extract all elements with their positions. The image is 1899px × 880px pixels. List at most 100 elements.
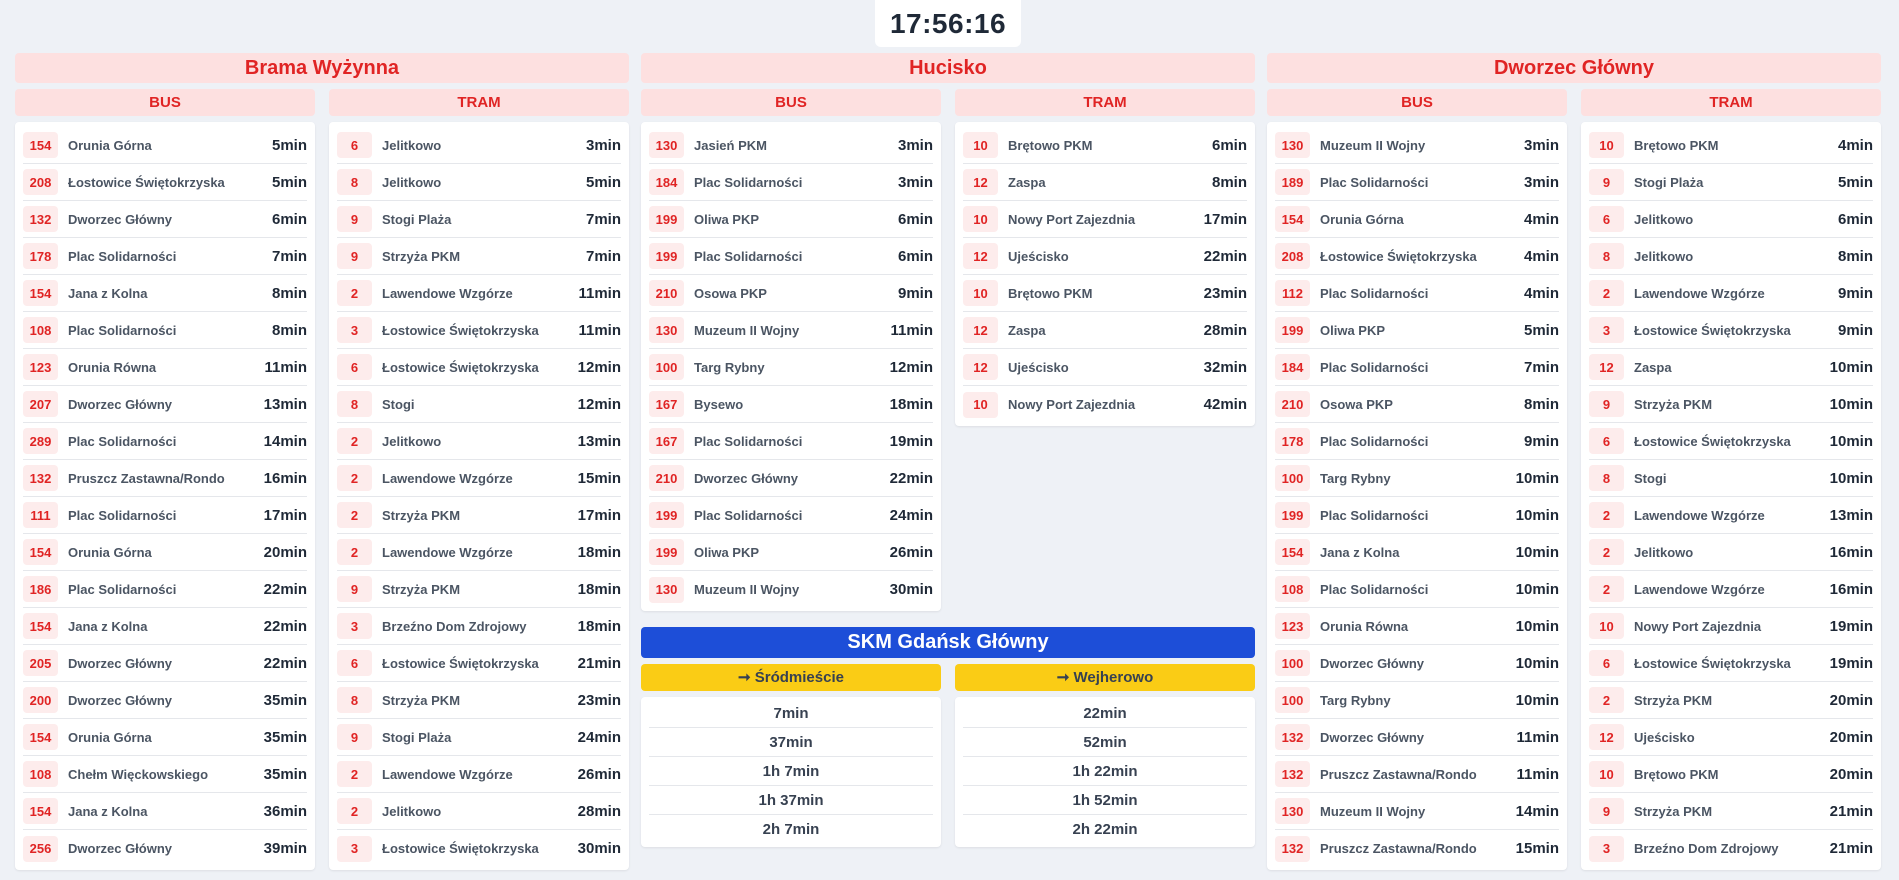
departure-row: 130 Muzeum II Wojny 14min bbox=[1275, 793, 1559, 830]
departure-row: 189 Plac Solidarności 3min bbox=[1275, 164, 1559, 201]
line-number-badge: 108 bbox=[1275, 576, 1310, 602]
arrival-time: 7min bbox=[585, 210, 621, 228]
destination-name: Jelitkowo bbox=[382, 174, 442, 190]
line-number-badge: 10 bbox=[1589, 761, 1624, 787]
arrival-time: 6min bbox=[271, 210, 307, 228]
line-number-badge: 210 bbox=[649, 465, 684, 491]
line-number-badge: 6 bbox=[337, 354, 372, 380]
line-number-badge: 3 bbox=[1589, 835, 1624, 862]
departure-row: 3 Brzeźno Dom Zdrojowy 18min bbox=[337, 608, 621, 645]
skm-times-panel: 22min 52min 1h 22min 1h 52min 2h 22min bbox=[955, 697, 1255, 847]
departure-row: 10 Brętowo PKM 20min bbox=[1589, 756, 1873, 793]
departure-row: 186 Plac Solidarności 22min bbox=[23, 571, 307, 608]
departure-row: 10 Brętowo PKM 4min bbox=[1589, 127, 1873, 164]
destination-name: Muzeum II Wojny bbox=[1320, 137, 1426, 153]
destination-name: Orunia Górna bbox=[68, 544, 152, 560]
destination-name: Jelitkowo bbox=[1634, 248, 1694, 264]
line-number-badge: 199 bbox=[649, 502, 684, 528]
departure-row: 2 Lawendowe Wzgórze 26min bbox=[337, 756, 621, 793]
destination-name: Jelitkowo bbox=[382, 137, 442, 153]
line-number-badge: 132 bbox=[1275, 724, 1310, 750]
arrival-time: 35min bbox=[263, 728, 307, 746]
arrival-time: 7min bbox=[1523, 358, 1559, 376]
departure-row: 2 Jelitkowo 13min bbox=[337, 423, 621, 460]
departure-row: 3 Łostowice Świętokrzyska 11min bbox=[337, 312, 621, 349]
arrival-time: 10min bbox=[1829, 395, 1873, 413]
line-number-badge: 12 bbox=[1589, 354, 1624, 380]
line-number-badge: 154 bbox=[23, 539, 58, 565]
destination-name: Stogi bbox=[382, 396, 415, 412]
departure-row: 8 Jelitkowo 5min bbox=[337, 164, 621, 201]
line-number-badge: 132 bbox=[1275, 761, 1310, 787]
line-number-badge: 6 bbox=[1589, 206, 1624, 232]
line-number-badge: 178 bbox=[1275, 428, 1310, 454]
arrival-time: 6min bbox=[897, 247, 933, 265]
arrival-time: 11min bbox=[264, 358, 307, 376]
departure-row: 8 Strzyża PKM 23min bbox=[337, 682, 621, 719]
destination-name: Plac Solidarności bbox=[68, 433, 177, 449]
departure-row: 132 Pruszcz Zastawna/Rondo 16min bbox=[23, 460, 307, 497]
station-columns: BUS 154 Orunia Górna 5min 208 Łostowice Święt… bbox=[15, 89, 629, 870]
departure-row: 199 Oliwa PKP 5min bbox=[1275, 312, 1559, 349]
arrival-time: 11min bbox=[1516, 765, 1559, 783]
departure-row: 12 Ujeścisko 32min bbox=[963, 349, 1247, 386]
arrival-time: 3min bbox=[897, 173, 933, 191]
arrival-time: 22min bbox=[263, 580, 307, 598]
departure-row: 184 Plac Solidarności 7min bbox=[1275, 349, 1559, 386]
arrival-time: 14min bbox=[263, 432, 307, 450]
arrival-time: 6min bbox=[897, 210, 933, 228]
arrival-time: 6min bbox=[1837, 210, 1873, 228]
line-number-badge: 3 bbox=[337, 317, 372, 343]
arrival-time: 15min bbox=[577, 469, 621, 487]
departure-row: 132 Pruszcz Zastawna/Rondo 15min bbox=[1275, 830, 1559, 867]
departure-row: 154 Orunia Górna 35min bbox=[23, 719, 307, 756]
departure-row: 112 Plac Solidarności 4min bbox=[1275, 275, 1559, 312]
arrival-time: 35min bbox=[263, 691, 307, 709]
departure-row: 210 Osowa PKP 9min bbox=[649, 275, 933, 312]
departure-row: 289 Plac Solidarności 14min bbox=[23, 423, 307, 460]
line-number-badge: 2 bbox=[1589, 280, 1624, 306]
destination-name: Plac Solidarności bbox=[694, 248, 803, 264]
line-number-badge: 10 bbox=[1589, 132, 1624, 158]
destination-name: Ujeścisko bbox=[1008, 359, 1069, 375]
departure-row: 3 Łostowice Świętokrzyska 30min bbox=[337, 830, 621, 867]
line-number-badge: 3 bbox=[337, 613, 372, 639]
departure-row: 132 Dworzec Główny 6min bbox=[23, 201, 307, 238]
destination-name: Jelitkowo bbox=[382, 803, 442, 819]
arrival-time: 13min bbox=[577, 432, 621, 450]
destination-name: Lawendowe Wzgórze bbox=[382, 285, 513, 301]
destination-name: Plac Solidarności bbox=[68, 248, 177, 264]
arrival-time: 23min bbox=[577, 691, 621, 709]
line-number-badge: 10 bbox=[963, 280, 998, 306]
line-number-badge: 9 bbox=[1589, 798, 1624, 824]
departure-row: 123 Orunia Równa 11min bbox=[23, 349, 307, 386]
line-number-badge: 123 bbox=[23, 354, 58, 380]
line-number-badge: 154 bbox=[23, 798, 58, 824]
arrival-time: 8min bbox=[271, 321, 307, 339]
departure-row: 12 Zaspa 10min bbox=[1589, 349, 1873, 386]
arrival-time: 10min bbox=[1829, 358, 1873, 376]
departure-row: 8 Jelitkowo 8min bbox=[1589, 238, 1873, 275]
line-number-badge: 154 bbox=[23, 724, 58, 750]
line-number-badge: 132 bbox=[1275, 835, 1310, 862]
departure-row: 154 Jana z Kolna 10min bbox=[1275, 534, 1559, 571]
skm-times-panel: 7min 37min 1h 7min 1h 37min 2h 7min bbox=[641, 697, 941, 847]
arrival-time: 18min bbox=[577, 543, 621, 561]
line-number-badge: 6 bbox=[1589, 428, 1624, 454]
arrival-time: 42min bbox=[1203, 396, 1247, 413]
departure-row: 100 Targ Rybny 12min bbox=[649, 349, 933, 386]
arrival-time: 9min bbox=[1523, 432, 1559, 450]
skm-departure-time: 52min bbox=[963, 728, 1247, 757]
line-number-badge: 9 bbox=[1589, 391, 1624, 417]
destination-name: Plac Solidarności bbox=[1320, 433, 1429, 449]
skm-departure-time: 1h 37min bbox=[649, 786, 933, 815]
arrival-time: 26min bbox=[577, 765, 621, 783]
arrival-time: 3min bbox=[1523, 173, 1559, 191]
line-number-badge: 207 bbox=[23, 391, 58, 417]
destination-name: Jana z Kolna bbox=[68, 618, 148, 634]
arrival-time: 10min bbox=[1515, 654, 1559, 672]
departure-row: 12 Zaspa 8min bbox=[963, 164, 1247, 201]
departure-row: 10 Brętowo PKM 23min bbox=[963, 275, 1247, 312]
departure-row: 130 Muzeum II Wojny 11min bbox=[649, 312, 933, 349]
departure-row: 10 Nowy Port Zajezdnia 17min bbox=[963, 201, 1247, 238]
